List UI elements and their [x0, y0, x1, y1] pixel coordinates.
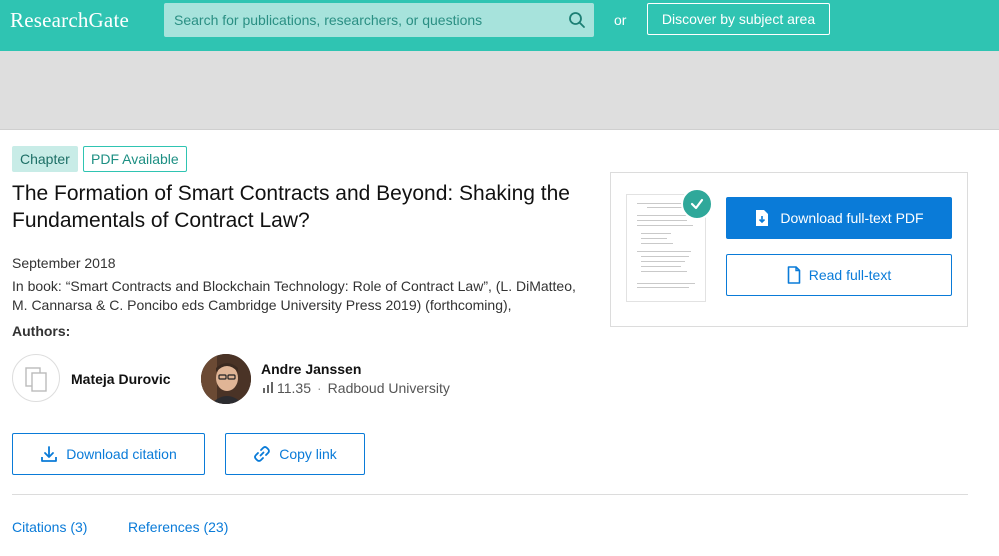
banner-area [0, 51, 999, 130]
publication-type-badge: Chapter [12, 146, 78, 172]
discover-by-subject-button[interactable]: Discover by subject area [647, 3, 830, 35]
author-name-link[interactable]: Mateja Durovic [71, 371, 171, 387]
download-citation-label: Download citation [66, 446, 177, 462]
publication-date: September 2018 [12, 255, 116, 271]
or-separator: or [614, 12, 627, 28]
publication-source: In book: “Smart Contracts and Blockchain… [12, 278, 576, 313]
search-input[interactable] [164, 3, 564, 37]
download-pdf-label: Download full-text PDF [780, 210, 924, 226]
authors-heading: Authors: [12, 323, 71, 339]
link-icon [254, 446, 271, 462]
search-icon[interactable] [568, 11, 586, 29]
checkmark-icon [681, 188, 713, 220]
section-divider [12, 494, 968, 495]
author-name-link[interactable]: Andre Janssen [261, 361, 361, 377]
read-full-text-button[interactable]: Read full-text [726, 254, 952, 296]
author-avatar-photo[interactable] [201, 354, 251, 404]
document-icon [25, 367, 47, 392]
copy-link-button[interactable]: Copy link [225, 433, 365, 475]
download-pdf-button[interactable]: Download full-text PDF [726, 197, 952, 239]
download-citation-button[interactable]: Download citation [12, 433, 205, 475]
read-full-text-label: Read full-text [808, 267, 892, 283]
author-meta: 11.35 · Radboud University [262, 380, 450, 396]
author-photo [201, 354, 251, 404]
researchgate-logo[interactable]: ResearchGate [10, 8, 129, 33]
bar-chart-icon [262, 380, 274, 396]
copy-link-label: Copy link [279, 446, 337, 462]
publication-title: The Formation of Smart Contracts and Bey… [12, 182, 570, 232]
tab-references[interactable]: References (23) [128, 519, 228, 535]
download-icon [41, 446, 58, 462]
search-box[interactable] [164, 3, 594, 37]
pdf-download-icon [756, 210, 769, 226]
author-score: 11.35 [277, 380, 311, 396]
separator-dot: · [317, 380, 322, 396]
top-navigation-bar: ResearchGate or Discover by subject area [0, 0, 999, 51]
pdf-available-badge: PDF Available [83, 146, 187, 172]
tab-citations[interactable]: Citations (3) [12, 519, 87, 535]
document-icon [787, 266, 801, 284]
author-avatar-placeholder[interactable] [12, 354, 60, 402]
author-affiliation[interactable]: Radboud University [328, 380, 450, 396]
